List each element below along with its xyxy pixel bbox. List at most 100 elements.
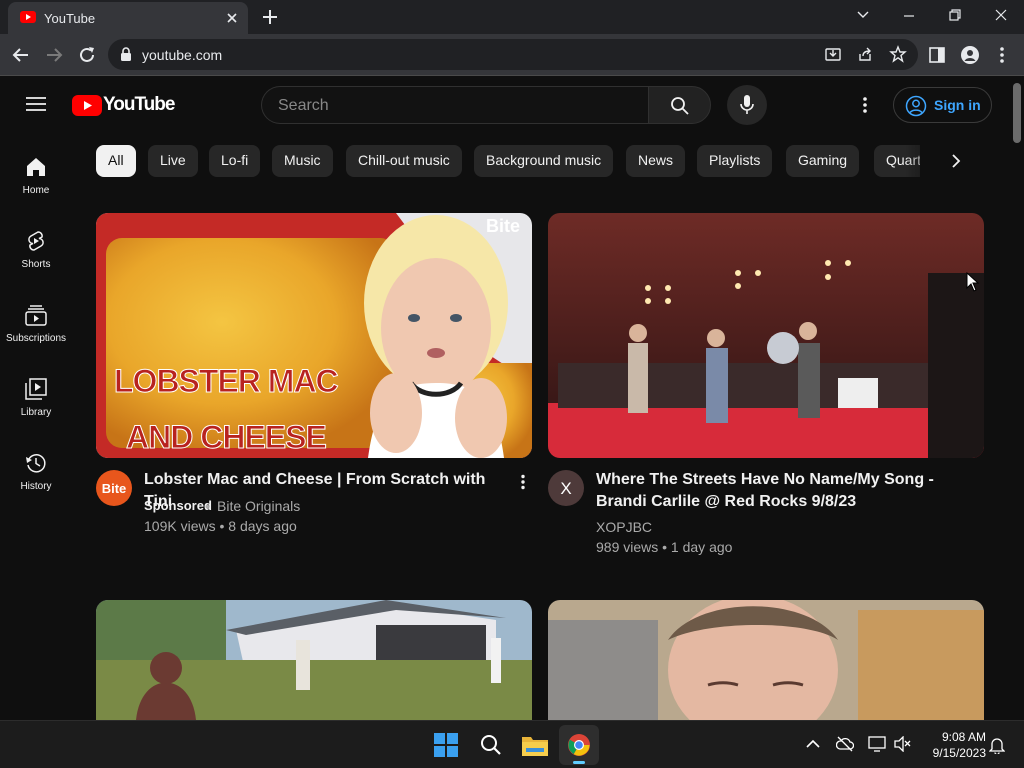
browser-toolbar: youtube.com: [0, 34, 1024, 76]
video-title-line2[interactable]: Brandi Carlile @ Red Rocks 9/8/23: [596, 491, 976, 513]
sidebar-item-subscriptions[interactable]: Subscriptions: [0, 303, 72, 377]
browser-menu-icon[interactable]: [999, 46, 1005, 64]
sidebar-item-library[interactable]: Library: [0, 377, 72, 451]
chip-all[interactable]: All: [96, 145, 136, 177]
youtube-logo-text: YouTube: [103, 94, 175, 115]
display-icon[interactable]: [868, 736, 886, 752]
youtube-logo-icon: [72, 95, 102, 116]
thumbnail-text-line2: AND CHEESE: [126, 419, 328, 456]
address-bar[interactable]: youtube.com: [108, 39, 918, 70]
video-thumbnail-lobster-mac[interactable]: LOBSTER MAC AND CHEESE Bite: [96, 213, 532, 458]
video-thumbnail-sleeping[interactable]: [548, 600, 984, 720]
subscriptions-icon: [25, 305, 47, 326]
tab-title: YouTube: [44, 11, 96, 26]
sign-in-label: Sign in: [934, 97, 981, 113]
hamburger-menu-icon[interactable]: [26, 96, 46, 112]
sidebar-label-library: Library: [20, 407, 52, 418]
chip-fade: [905, 145, 945, 177]
chip-music[interactable]: Music: [272, 145, 333, 177]
back-icon[interactable]: [12, 46, 30, 64]
voice-search-button[interactable]: [727, 85, 767, 125]
chip-background-music[interactable]: Background music: [474, 145, 614, 177]
sidebar-item-history[interactable]: History: [0, 451, 72, 525]
windows-taskbar: 9:08 AM 9/15/2023: [0, 720, 1024, 768]
thumbnail-brand: Bite: [486, 216, 521, 236]
video-meta: 109K views • 8 days ago: [144, 518, 297, 534]
youtube-favicon-icon: [20, 11, 36, 23]
video-options-icon[interactable]: [520, 474, 526, 490]
channel-avatar-bite[interactable]: Bite: [96, 470, 132, 506]
chip-lo-fi[interactable]: Lo-fi: [209, 145, 261, 177]
url-text: youtube.com: [142, 47, 223, 63]
chip-news[interactable]: News: [626, 145, 686, 177]
channel-name[interactable]: Bite Originals: [217, 498, 300, 514]
chip-gaming[interactable]: Gaming: [786, 145, 860, 177]
taskbar-chrome-button[interactable]: [559, 725, 599, 765]
youtube-logo[interactable]: YouTube: [72, 93, 175, 117]
search-box[interactable]: [261, 86, 648, 124]
microphone-icon: [740, 95, 754, 114]
video-thumbnail-red-rocks[interactable]: [548, 213, 984, 458]
history-icon: [26, 454, 46, 473]
channel-name[interactable]: XOPJBC: [596, 519, 652, 535]
bookmark-star-icon[interactable]: [889, 45, 907, 63]
avatar-text: Bite: [101, 481, 127, 496]
sidebar-label-history: History: [20, 481, 52, 492]
search-icon: [671, 97, 689, 115]
chip-live[interactable]: Live: [148, 145, 198, 177]
active-app-indicator: [573, 761, 585, 764]
notification-bell-icon[interactable]: [989, 736, 1005, 754]
minimize-icon[interactable]: [902, 9, 916, 23]
windows-start-icon[interactable]: [434, 733, 458, 757]
browser-tab-youtube[interactable]: YouTube: [8, 2, 248, 34]
settings-menu-icon[interactable]: [862, 96, 868, 114]
avatar-text: X: [560, 479, 572, 498]
meta-separator: •: [205, 498, 210, 514]
taskbar-search-icon[interactable]: [480, 734, 502, 756]
page-scrollbar[interactable]: [1010, 77, 1024, 720]
volume-muted-icon[interactable]: [894, 736, 912, 752]
youtube-header: YouTube Sign in: [0, 77, 1010, 133]
search-button[interactable]: [648, 86, 711, 124]
sidebar-label-shorts: Shorts: [21, 259, 51, 270]
thumbnail-image: [548, 600, 984, 720]
install-app-icon[interactable]: [825, 46, 841, 62]
chrome-icon: [568, 734, 590, 756]
scrollbar-thumb[interactable]: [1013, 83, 1021, 143]
channel-avatar-xopjbc[interactable]: X: [548, 470, 584, 506]
new-tab-icon[interactable]: [260, 7, 280, 27]
onedrive-offline-icon[interactable]: [836, 736, 854, 752]
share-icon[interactable]: [857, 46, 873, 62]
thumbnail-image: [96, 600, 532, 720]
restore-icon[interactable]: [948, 8, 962, 22]
lock-icon[interactable]: [120, 47, 132, 61]
thumbnail-text-line1: LOBSTER MAC: [114, 363, 340, 400]
chip-chill-out-music[interactable]: Chill-out music: [346, 145, 462, 177]
file-explorer-icon[interactable]: [522, 734, 548, 756]
close-tab-icon[interactable]: [224, 10, 240, 26]
sidebar-label-subscriptions: Subscriptions: [5, 333, 67, 344]
sign-in-button[interactable]: Sign in: [893, 87, 992, 123]
clock-time[interactable]: 9:08 AM: [926, 730, 986, 744]
tab-search-chevron-icon[interactable]: [856, 8, 870, 22]
close-window-icon[interactable]: [994, 8, 1008, 22]
search-input[interactable]: [278, 95, 628, 117]
reload-icon[interactable]: [78, 46, 96, 64]
chip-next-button[interactable]: [940, 145, 972, 177]
profile-icon[interactable]: [961, 46, 979, 64]
video-title-line1[interactable]: Where The Streets Have No Name/My Song -: [596, 469, 976, 491]
sidebar-item-shorts[interactable]: Shorts: [0, 229, 72, 303]
video-meta: 989 views • 1 day ago: [596, 539, 733, 555]
sponsored-label: Sponsored: [144, 498, 212, 513]
video-thumbnail-yard[interactable]: [96, 600, 532, 720]
sidebar-item-home[interactable]: Home: [0, 155, 72, 229]
thumbnail-image: [548, 213, 984, 458]
home-icon: [27, 158, 45, 176]
forward-icon[interactable]: [45, 46, 63, 64]
chevron-up-icon[interactable]: [806, 739, 820, 749]
side-panel-icon[interactable]: [929, 47, 945, 63]
account-circle-icon: [905, 95, 927, 117]
chip-playlists[interactable]: Playlists: [697, 145, 773, 177]
library-icon: [25, 378, 47, 400]
clock-date[interactable]: 9/15/2023: [916, 746, 986, 760]
